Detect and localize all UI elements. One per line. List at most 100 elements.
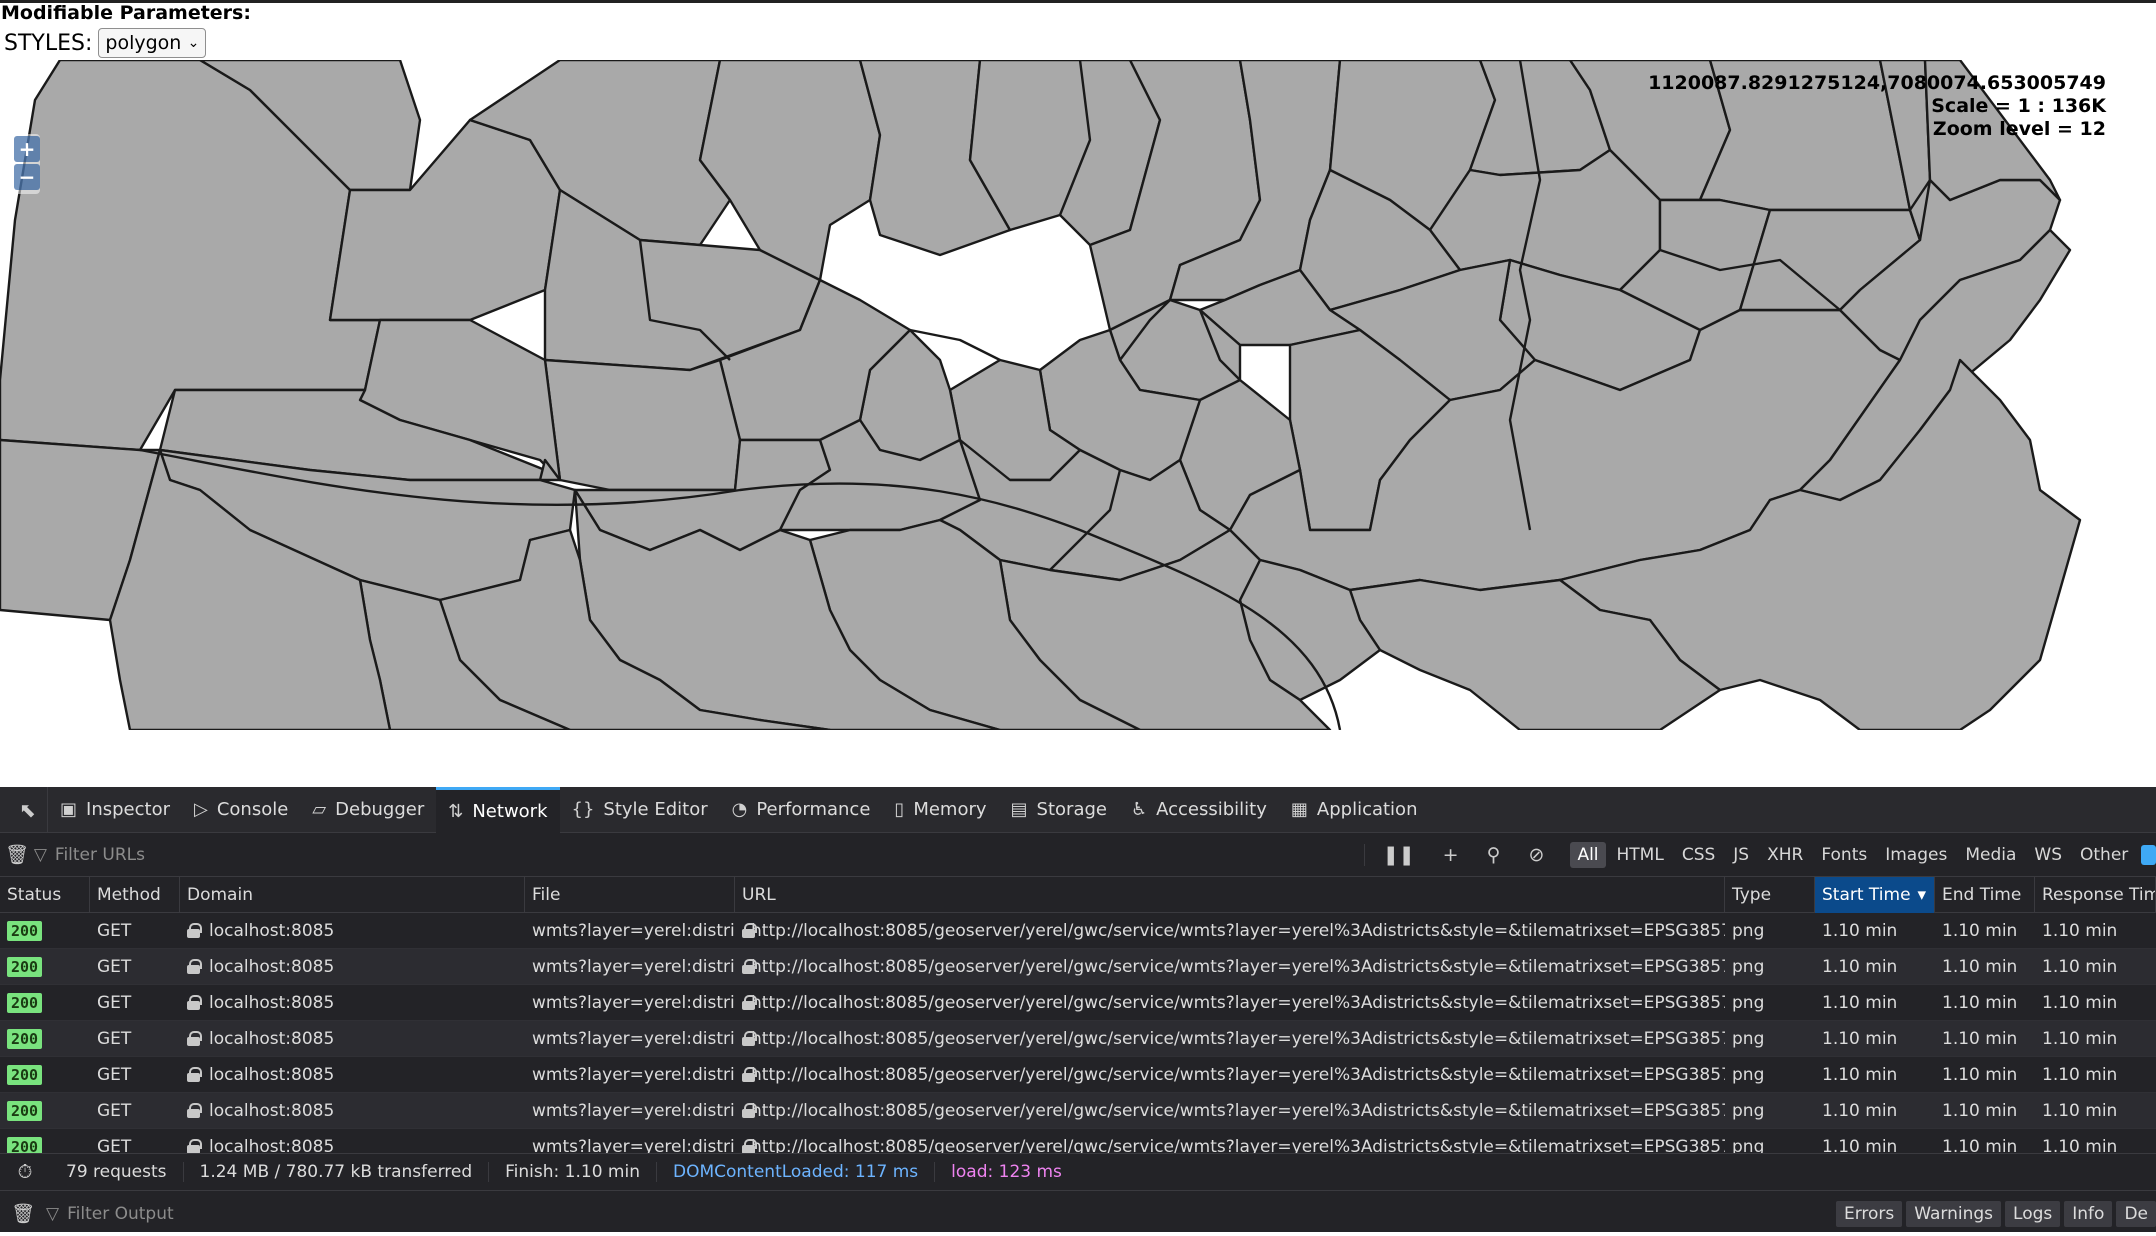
persist-checkbox[interactable] — [2141, 844, 2156, 865]
district-polygon — [543, 358, 742, 492]
search-icon[interactable]: ⚲ — [1487, 844, 1501, 866]
column-header-response-time[interactable]: Response Time — [2035, 877, 2156, 913]
console-filter-de[interactable]: De — [2116, 1200, 2156, 1227]
tab-application[interactable]: ▦ Application — [1279, 787, 1430, 833]
map-scale: Scale = 1 : 136K — [1931, 95, 2106, 117]
tab-memory[interactable]: ▯ Memory — [882, 787, 998, 833]
column-header-method[interactable]: Method — [90, 877, 180, 913]
clear-trash-icon[interactable]: 🗑 — [0, 843, 34, 866]
table-row[interactable]: 200 GET localhost:8085 wmts?layer=yerel:dis… — [0, 949, 2156, 985]
element-picker-icon[interactable]: ⬉ — [8, 786, 48, 833]
cell-status: 200 — [0, 1057, 90, 1093]
table-row[interactable]: 200 GET localhost:8085 wmts?layer=yerel:dis… — [0, 1129, 2156, 1153]
cell-status: 200 — [0, 949, 90, 985]
status-badge: 200 — [7, 956, 43, 977]
cell-type: png — [1725, 985, 1815, 1021]
type-filter-xhr[interactable]: XHR — [1760, 842, 1810, 868]
storage-icon: ▤ — [1010, 799, 1028, 820]
cell-text: http://localhost:8085/geoserver/yerel/gw… — [751, 992, 1725, 1013]
type-filter-all[interactable]: All — [1570, 841, 1606, 868]
cell-text: png — [1732, 956, 1765, 977]
tab-storage[interactable]: ▤ Storage — [999, 787, 1119, 833]
cell-resp: 1.10 min — [2035, 1057, 2156, 1093]
table-row[interactable]: 200 GET localhost:8085 wmts?layer=yerel:dis… — [0, 1057, 2156, 1093]
cell-end: 1.10 min — [1935, 1057, 2035, 1093]
cell-text: 1.10 min — [1822, 992, 1898, 1013]
type-filter-css[interactable]: CSS — [1675, 842, 1722, 868]
table-row[interactable]: 200 GET localhost:8085 wmts?layer=yerel:dis… — [0, 985, 2156, 1021]
zoom-control: + − — [12, 134, 40, 194]
type-filter-ws[interactable]: WS — [2027, 842, 2069, 868]
type-filter-images[interactable]: Images — [1878, 842, 1954, 868]
stopwatch-icon: ⏱ — [17, 1161, 33, 1183]
cell-text: localhost:8085 — [209, 1028, 335, 1049]
cell-start: 1.10 min — [1815, 1021, 1935, 1057]
column-header-file[interactable]: File — [525, 877, 735, 913]
transferred-size: 1.24 MB / 780.77 kB transferred — [184, 1162, 490, 1182]
console-clear-icon[interactable]: 🗑 — [0, 1202, 46, 1225]
column-header-label: Response Time — [2042, 884, 2155, 905]
status-badge: 200 — [7, 1028, 43, 1049]
cell-text: 1.10 min — [1942, 1064, 2018, 1085]
cell-text: 1.10 min — [1822, 956, 1898, 977]
tab-network[interactable]: ⇅ Network — [436, 786, 560, 833]
cell-text: wmts?layer=yerel:districts& — [532, 1064, 735, 1085]
console-filter-info[interactable]: Info — [2064, 1200, 2113, 1227]
console-filter-warnings[interactable]: Warnings — [1906, 1200, 2002, 1227]
column-header-start-time[interactable]: Start Time ▾ — [1815, 877, 1935, 913]
cell-start: 1.10 min — [1815, 985, 1935, 1021]
cell-type: png — [1725, 913, 1815, 949]
devtools-toolbar: ⬉ ▣ Inspector ▷ Console ▱ Debugger ⇅ Network {} S… — [0, 786, 2156, 833]
tab-console[interactable]: ▷ Console — [182, 787, 300, 833]
type-filter-media[interactable]: Media — [1958, 842, 2023, 868]
top-border — [0, 0, 2156, 3]
cell-domain: localhost:8085 — [180, 985, 525, 1021]
console-filter-errors[interactable]: Errors — [1835, 1200, 1903, 1227]
load-time: load: 123 ms — [951, 1162, 1062, 1182]
add-icon[interactable]: + — [1443, 844, 1459, 866]
table-row[interactable]: 200 GET localhost:8085 wmts?layer=yerel:dis… — [0, 1093, 2156, 1129]
pause-icon[interactable]: ❚❚ — [1383, 844, 1415, 866]
filter-output-input[interactable]: ▽ Filter Output — [46, 1204, 1836, 1224]
block-icon[interactable]: ⊘ — [1529, 844, 1545, 866]
tab-inspector[interactable]: ▣ Inspector — [48, 787, 182, 833]
zoom-in-button[interactable]: + — [14, 136, 40, 162]
tab-performance[interactable]: ◔ Performance — [720, 787, 883, 833]
status-badge: 200 — [7, 1064, 43, 1085]
cell-text: 1.10 min — [2042, 992, 2118, 1013]
zoom-out-button[interactable]: − — [14, 164, 40, 190]
type-filter-html[interactable]: HTML — [1610, 842, 1671, 868]
cell-domain: localhost:8085 — [180, 913, 525, 949]
cell-type: png — [1725, 1129, 1815, 1154]
tab-style-editor[interactable]: {} Style Editor — [560, 787, 720, 833]
column-header-label: URL — [742, 884, 776, 905]
column-header-domain[interactable]: Domain — [180, 877, 525, 913]
tab-accessibility[interactable]: ♿ Accessibility — [1119, 787, 1279, 833]
chevron-down-icon: ⌄ — [187, 35, 200, 51]
column-header-end-time[interactable]: End Time — [1935, 877, 2035, 913]
cell-text: GET — [97, 1100, 132, 1121]
type-filter-other[interactable]: Other — [2073, 842, 2135, 868]
type-filter-js[interactable]: JS — [1726, 842, 1756, 868]
performance-icon: ◔ — [731, 799, 748, 820]
type-filter-fonts[interactable]: Fonts — [1814, 842, 1874, 868]
cell-method: GET — [90, 985, 180, 1021]
cell-text: 1.10 min — [1822, 1100, 1898, 1121]
console-level-buttons: Errors Warnings Logs Info De — [1835, 1200, 2156, 1227]
cell-text: GET — [97, 1028, 132, 1049]
tab-debugger[interactable]: ▱ Debugger — [300, 787, 436, 833]
cell-file: wmts?layer=yerel:districts& — [525, 1129, 735, 1154]
table-row[interactable]: 200 GET localhost:8085 wmts?layer=yerel:dis… — [0, 913, 2156, 949]
column-header-type[interactable]: Type — [1725, 877, 1815, 913]
cell-method: GET — [90, 949, 180, 985]
tab-label: Performance — [756, 799, 871, 820]
column-header-url[interactable]: URL — [735, 877, 1725, 913]
console-filter-logs[interactable]: Logs — [2005, 1200, 2061, 1227]
cell-start: 1.10 min — [1815, 1057, 1935, 1093]
styles-select[interactable]: polygon ⌄ — [98, 28, 207, 58]
filter-urls-input[interactable]: ▽ Filter URLs — [34, 845, 1364, 865]
map-viewport[interactable]: + − — [0, 60, 2156, 730]
column-header-status[interactable]: Status — [0, 877, 90, 913]
table-row[interactable]: 200 GET localhost:8085 wmts?layer=yerel:dis… — [0, 1021, 2156, 1057]
cell-text: 1.10 min — [1942, 920, 2018, 941]
